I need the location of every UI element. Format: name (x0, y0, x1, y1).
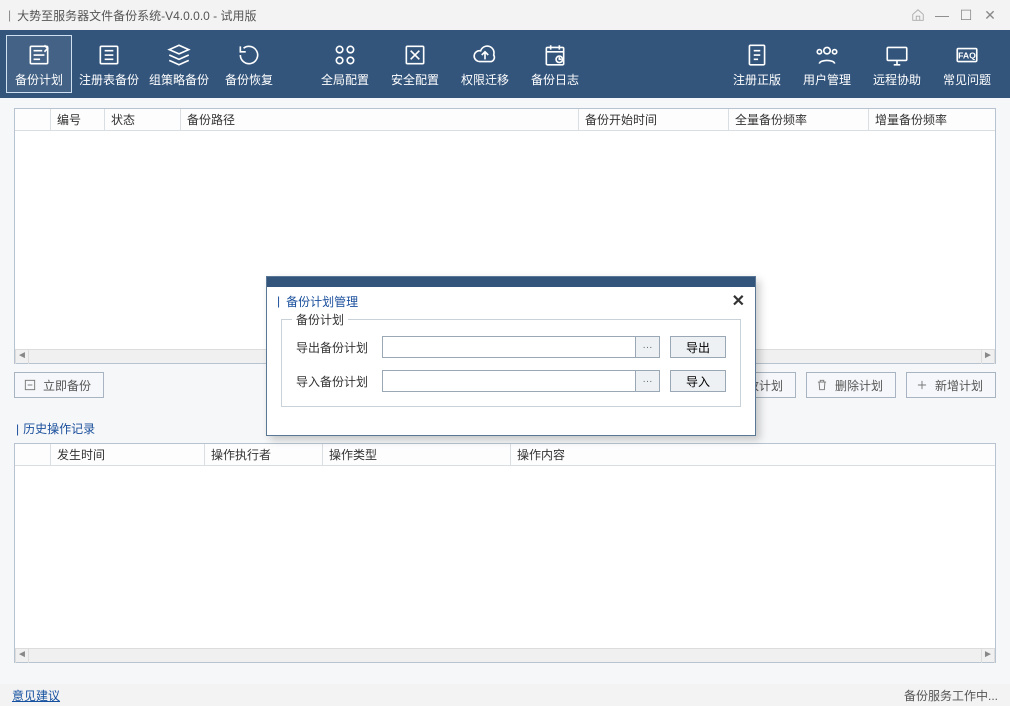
toolbar-backup-plan[interactable]: 备份计划 (6, 35, 72, 93)
history-grid-body[interactable] (15, 466, 995, 648)
toolbar-registry-backup[interactable]: 注册表备份 (76, 35, 142, 93)
document-icon (743, 41, 771, 69)
history-scrollbar[interactable]: ◄ ► (15, 648, 995, 662)
toolbar-group-policy-backup[interactable]: 组策略备份 (146, 35, 212, 93)
svg-text:FAQ: FAQ (958, 50, 976, 60)
hist-col-content[interactable]: 操作内容 (511, 444, 995, 465)
service-status: 备份服务工作中... (904, 687, 998, 704)
toolbar-register[interactable]: 注册正版 (724, 35, 790, 93)
export-path-input[interactable] (382, 336, 636, 358)
dialog-header-bar (267, 277, 755, 287)
home-button[interactable] (906, 3, 930, 27)
hist-col-time[interactable]: 发生时间 (51, 444, 205, 465)
plan-icon (25, 41, 53, 69)
dialog-close-button[interactable]: ✕ (732, 291, 745, 311)
statusbar: 意见建议 备份服务工作中... (0, 684, 1010, 706)
add-plan-button[interactable]: 新增计划 (906, 372, 996, 398)
toolbar-label: 全局配置 (321, 71, 369, 88)
minimize-button[interactable]: — (930, 3, 954, 27)
button-label: 立即备份 (43, 377, 91, 394)
maximize-button[interactable]: ☐ (954, 3, 978, 27)
plus-icon (915, 378, 929, 392)
import-button[interactable]: 导入 (670, 370, 726, 392)
grid-header: 编号 状态 备份路径 备份开始时间 全量备份频率 增量备份频率 (15, 109, 995, 131)
backup-now-button[interactable]: 立即备份 (14, 372, 104, 398)
plan-fieldset: 备份计划 导出备份计划 ··· 导出 导入备份计划 ··· 导入 (281, 319, 741, 407)
history-title-text: 历史操作记录 (23, 422, 95, 436)
export-browse-button[interactable]: ··· (636, 336, 660, 358)
window-title: 大势至服务器文件备份系统-V4.0.0.0 - 试用版 (17, 7, 906, 24)
col-id[interactable]: 编号 (51, 109, 105, 130)
export-label: 导出备份计划 (296, 339, 372, 356)
export-button[interactable]: 导出 (670, 336, 726, 358)
scroll-right-icon[interactable]: ► (981, 649, 995, 663)
col-backup-path[interactable]: 备份路径 (181, 109, 579, 130)
col-selector[interactable] (15, 109, 51, 130)
toolbar-backup-log[interactable]: 备份日志 (522, 35, 588, 93)
users-icon (813, 41, 841, 69)
scroll-left-icon[interactable]: ◄ (15, 649, 29, 663)
feedback-link[interactable]: 意见建议 (12, 687, 60, 704)
home-icon (911, 8, 925, 22)
faq-icon: FAQ (953, 41, 981, 69)
toolbar-label: 权限迁移 (461, 71, 509, 88)
backup-icon (23, 378, 37, 392)
titlebar: | 大势至服务器文件备份系统-V4.0.0.0 - 试用版 — ☐ ✕ (0, 0, 1010, 30)
toolbar-label: 备份计划 (15, 71, 63, 88)
hist-col-selector[interactable] (15, 444, 51, 465)
plan-management-dialog: | 备份计划管理 ✕ 备份计划 导出备份计划 ··· 导出 导入备份计划 ···… (266, 276, 756, 436)
col-status[interactable]: 状态 (105, 109, 181, 130)
hist-col-executor[interactable]: 操作执行者 (205, 444, 323, 465)
toolbar-label: 备份恢复 (225, 71, 273, 88)
export-row: 导出备份计划 ··· 导出 (296, 336, 726, 358)
import-row: 导入备份计划 ··· 导入 (296, 370, 726, 392)
toolbar-label: 用户管理 (803, 71, 851, 88)
history-grid-header: 发生时间 操作执行者 操作类型 操作内容 (15, 444, 995, 466)
history-grid: 发生时间 操作执行者 操作类型 操作内容 ◄ ► (14, 443, 996, 663)
grid-icon (331, 41, 359, 69)
titlebar-separator: | (8, 8, 11, 22)
toolbar-global-config[interactable]: 全局配置 (312, 35, 378, 93)
scroll-right-icon[interactable]: ► (981, 350, 995, 364)
toolbar-permission-migration[interactable]: 权限迁移 (452, 35, 518, 93)
delete-plan-button[interactable]: 删除计划 (806, 372, 896, 398)
toolbar-remote-assist[interactable]: 远程协助 (864, 35, 930, 93)
toolbar-security-config[interactable]: 安全配置 (382, 35, 448, 93)
toolbar-label: 注册表备份 (79, 71, 139, 88)
import-path-input[interactable] (382, 370, 636, 392)
scroll-left-icon[interactable]: ◄ (15, 350, 29, 364)
dialog-title: 备份计划管理 (286, 293, 731, 310)
toolbar-label: 常见问题 (943, 71, 991, 88)
col-full-freq[interactable]: 全量备份频率 (729, 109, 869, 130)
toolbar-label: 注册正版 (733, 71, 781, 88)
monitor-icon (883, 41, 911, 69)
import-browse-button[interactable]: ··· (636, 370, 660, 392)
calendar-icon (541, 41, 569, 69)
toolbar-faq[interactable]: FAQ 常见问题 (934, 35, 1000, 93)
col-start-time[interactable]: 备份开始时间 (579, 109, 729, 130)
hist-col-type[interactable]: 操作类型 (323, 444, 511, 465)
button-label: 新增计划 (935, 377, 983, 394)
import-label: 导入备份计划 (296, 373, 372, 390)
toolbar-label: 组策略备份 (149, 71, 209, 88)
trash-icon (815, 378, 829, 392)
toolbar-backup-restore[interactable]: 备份恢复 (216, 35, 282, 93)
toolbar-user-management[interactable]: 用户管理 (794, 35, 860, 93)
toolbar: 备份计划 注册表备份 组策略备份 备份恢复 全局配置 安全配置 权限迁移 备份日… (0, 30, 1010, 98)
fieldset-legend: 备份计划 (292, 311, 348, 328)
toolbar-label: 安全配置 (391, 71, 439, 88)
title-bar-icon: | (277, 294, 280, 308)
security-icon (401, 41, 429, 69)
toolbar-label: 备份日志 (531, 71, 579, 88)
registry-icon (95, 41, 123, 69)
toolbar-label: 远程协助 (873, 71, 921, 88)
cloud-icon (471, 41, 499, 69)
stack-icon (165, 41, 193, 69)
restore-icon (235, 41, 263, 69)
button-label: 删除计划 (835, 377, 883, 394)
close-button[interactable]: ✕ (978, 3, 1002, 27)
col-inc-freq[interactable]: 增量备份频率 (869, 109, 995, 130)
